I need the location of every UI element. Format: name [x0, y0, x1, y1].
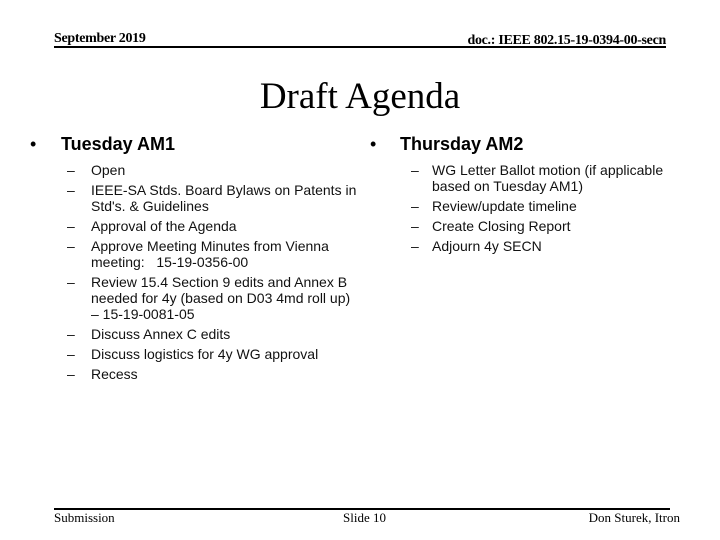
dash-icon: –: [67, 366, 75, 382]
dash-icon: –: [67, 162, 75, 178]
dash-icon: –: [411, 162, 419, 178]
agenda-item: – Recess: [30, 366, 360, 382]
agenda-item: – Create Closing Report: [370, 218, 690, 234]
agenda-item-text: Open: [91, 162, 126, 178]
agenda-list-tuesday: – Open – IEEE-SA Stds. Board Bylaws on Pat…: [30, 162, 360, 382]
dash-icon: –: [411, 238, 419, 254]
footer-slide-number: Slide 10: [343, 510, 386, 525]
bullet-icon: •: [370, 134, 377, 154]
agenda-item: – Discuss logistics for 4y WG approval: [30, 346, 360, 362]
dash-icon: –: [67, 326, 75, 342]
dash-icon: –: [67, 238, 75, 254]
agenda-item-text: Discuss Annex C edits: [91, 326, 231, 342]
slide-title: Draft Agenda: [259, 76, 461, 117]
agenda-item: – Adjourn 4y SECN: [370, 238, 690, 254]
agenda-item: – Review 15.4 Section 9 edits and Annex B…: [30, 274, 360, 322]
header-divider: [54, 46, 666, 48]
agenda-item-text: Adjourn 4y SECN: [432, 238, 542, 254]
agenda-item: – Approval of the Agenda: [30, 218, 360, 234]
section-heading-text: Thursday AM2: [400, 134, 524, 154]
agenda-item: – Open: [30, 162, 360, 178]
agenda-item-text: Approve Meeting Minutes from Vienna meet…: [91, 238, 333, 270]
header-date: September 2019: [54, 31, 146, 46]
dash-icon: –: [67, 274, 75, 290]
bullet-icon: •: [30, 134, 37, 154]
section-heading-text: Tuesday AM1: [61, 134, 176, 154]
agenda-item-text: Approval of the Agenda: [91, 218, 237, 234]
agenda-item: – Approve Meeting Minutes from Vienna mee…: [30, 238, 360, 270]
dash-icon: –: [411, 218, 419, 234]
footer-author: Don Sturek, Itron: [588, 510, 680, 525]
section-heading-thursday: • Thursday AM2: [370, 133, 690, 155]
dash-icon: –: [67, 182, 75, 198]
agenda-item-text: Discuss logistics for 4y WG approval: [91, 346, 319, 362]
agenda-list-thursday: – WG Letter Ballot motion (if applicable …: [370, 162, 690, 254]
agenda-item: – IEEE-SA Stds. Board Bylaws on Patents i…: [30, 182, 360, 214]
left-column: • Tuesday AM1 – Open – IEEE-SA Stds. Board…: [30, 133, 360, 386]
agenda-item-text: Create Closing Report: [432, 218, 571, 234]
footer-submission: Submission: [54, 510, 115, 525]
dash-icon: –: [411, 198, 419, 214]
agenda-item-text: WG Letter Ballot motion (if applicable b…: [432, 162, 664, 194]
section-heading-tuesday: • Tuesday AM1: [30, 133, 360, 155]
agenda-item-text: Review/update timeline: [432, 198, 577, 214]
agenda-item-text: Recess: [91, 366, 138, 382]
right-column: • Thursday AM2 – WG Letter Ballot motion …: [370, 133, 690, 258]
agenda-item-text: Review 15.4 Section 9 edits and Annex B …: [91, 274, 351, 322]
agenda-item: – WG Letter Ballot motion (if applicable …: [370, 162, 690, 194]
agenda-item-text: IEEE-SA Stds. Board Bylaws on Patents in…: [91, 182, 357, 214]
dash-icon: –: [67, 218, 75, 234]
agenda-item: – Discuss Annex C edits: [30, 326, 360, 342]
dash-icon: –: [67, 346, 75, 362]
agenda-item: – Review/update timeline: [370, 198, 690, 214]
